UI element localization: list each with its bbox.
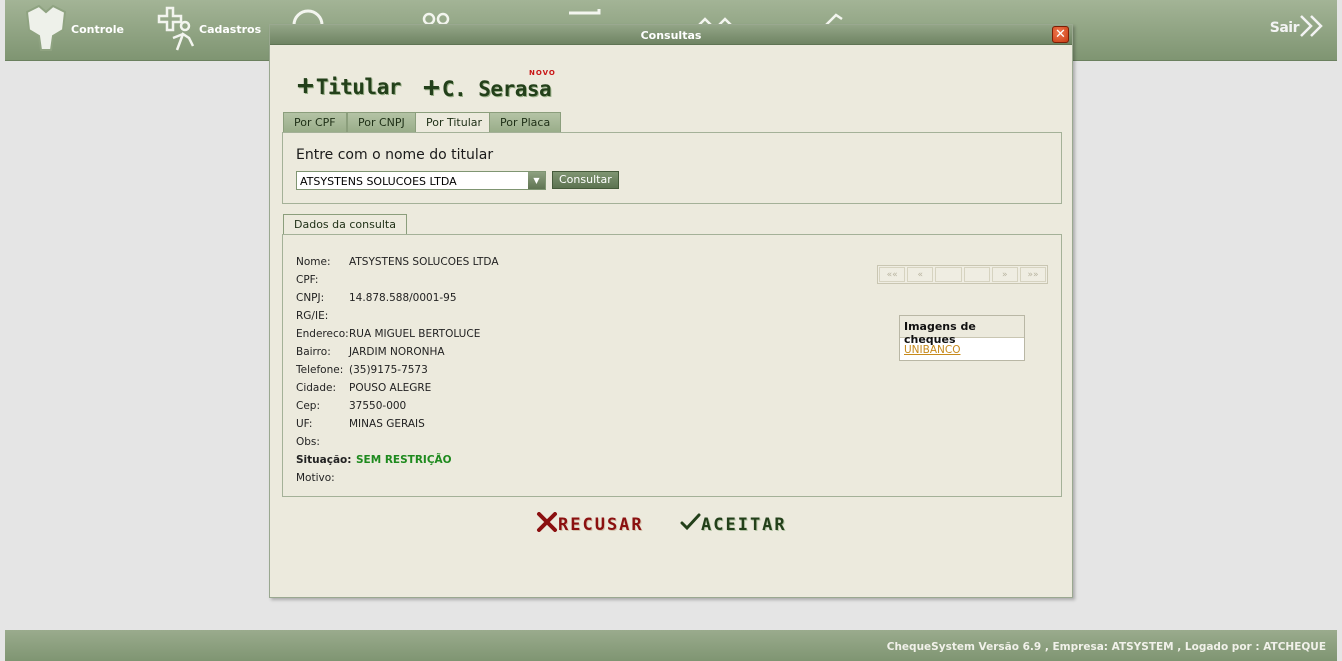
chevron-down-icon[interactable]: ▼ [528,172,545,189]
row-telefone: Telefone: (35)9175-7573 [296,364,428,376]
cnpj-value: 14.878.588/0001-95 [349,292,457,304]
endereco-value: RUA MIGUEL BERTOLUCE [349,328,481,340]
nav-controle-label: Controle [71,22,124,36]
row-bairro: Bairro: JARDIM NORONHA [296,346,445,358]
uf-value: MINAS GERAIS [349,418,425,430]
titular-select-value: ATSYSTENS SOLUCOES LTDA [300,175,457,188]
aceitar-label: ACEITAR [701,514,787,535]
motivo-label: Motivo: [296,472,335,484]
novo-badge: NOVO [529,69,556,77]
search-label: Entre com o nome do titular [296,147,494,163]
aceitar-button[interactable]: ACEITAR [679,512,787,537]
telefone-label: Telefone: [296,364,344,376]
add-titular-label: Titular [315,75,402,99]
add-titular-button[interactable]: + Titular [297,71,401,99]
cep-value: 37550-000 [349,400,407,412]
close-icon[interactable]: ✕ [1052,26,1069,43]
recusar-button[interactable]: RECUSAR [536,512,644,537]
dialog-title-bar[interactable]: Consultas ✕ [270,25,1072,45]
endereco-label: Endereco: [296,328,349,340]
pager-last-button[interactable]: »» [1019,267,1047,282]
tab-dados-consulta[interactable]: Dados da consulta [283,214,407,236]
logout-label: Sair [1269,20,1300,36]
tab-por-placa[interactable]: Por Placa [489,112,562,133]
tab-por-cnpj[interactable]: Por CNPJ [347,112,416,133]
recusar-label: RECUSAR [558,514,644,535]
rg-label: RG/IE: [296,310,329,322]
add-serasa-button[interactable]: + C. Serasa [423,70,552,103]
consultas-dialog: Consultas ✕ + Titular + C. Serasa NOVO P… [269,24,1073,598]
row-cpf: CPF: [296,274,349,286]
add-serasa-label: C. Serasa [441,77,552,101]
obs-label: Obs: [296,436,320,448]
image-pager: «« « » »» [877,265,1048,284]
cidade-value: POUSO ALEGRE [349,382,432,394]
bairro-label: Bairro: [296,346,331,358]
nav-controle[interactable]: Controle [23,0,124,58]
nav-cadastros-label: Cadastros [199,22,262,36]
footer-status-text: ChequeSystem Versão 6.9 , Empresa: ATSYS… [886,641,1326,653]
row-cidade: Cidade: POUSO ALEGRE [296,382,431,394]
telefone-value: (35)9175-7573 [349,364,428,376]
status-footer: ChequeSystem Versão 6.9 , Empresa: ATSYS… [5,630,1337,661]
situacao-status: SEM RESTRIÇÃO [356,454,452,466]
pager-next-button[interactable]: » [991,267,1018,282]
pager-total-field [963,267,990,282]
x-icon [536,512,558,537]
cpf-label: CPF: [296,274,319,286]
check-images-title: Imagens de cheques [900,316,1024,346]
row-situacao: Situação: SEM RESTRIÇÃO [296,454,452,466]
row-uf: UF: MINAS GERAIS [296,418,425,430]
check-image-link[interactable]: UNIBANCO [904,344,960,356]
row-cep: Cep: 37550-000 [296,400,406,412]
plus-icon: + [297,68,314,101]
check-icon [679,512,701,537]
consultar-button[interactable]: Consultar [552,171,619,189]
dialog-title: Consultas [640,29,702,42]
double-arrow-icon [1299,14,1325,42]
situacao-label: Situação: [296,454,352,466]
cidade-label: Cidade: [296,382,337,394]
pager-page-field [935,267,962,282]
row-nome: Nome: ATSYSTENS SOLUCOES LTDA [296,256,499,268]
tab-por-cpf[interactable]: Por CPF [283,112,347,133]
nav-cadastros[interactable]: Cadastros [153,0,261,58]
row-rg: RG/IE: [296,310,349,322]
search-panel: Entre com o nome do titular ATSYSTENS SO… [282,132,1062,204]
shield-icon [23,4,69,54]
details-panel: Nome: ATSYSTENS SOLUCOES LTDA CPF: CNPJ: 1… [282,234,1062,497]
row-motivo: Motivo: [296,472,349,484]
tab-por-titular[interactable]: Por Titular [415,112,494,134]
check-images-box: Imagens de cheques UNIBANCO [899,315,1025,361]
row-cnpj: CNPJ: 14.878.588/0001-95 [296,292,457,304]
plus-icon: + [423,70,440,103]
nome-label: Nome: [296,256,331,268]
titular-select[interactable]: ATSYSTENS SOLUCOES LTDA ▼ [296,171,546,190]
bairro-value: JARDIM NORONHA [349,346,445,358]
cnpj-label: CNPJ: [296,292,325,304]
cep-label: Cep: [296,400,320,412]
pager-prev-button[interactable]: « [907,267,934,282]
uf-label: UF: [296,418,313,430]
row-obs: Obs: [296,436,349,448]
logout-button[interactable]: Sair [1270,14,1325,42]
pager-first-button[interactable]: «« [879,267,906,282]
nome-value: ATSYSTENS SOLUCOES LTDA [349,256,499,268]
row-endereco: Endereco: RUA MIGUEL BERTOLUCE [296,328,480,340]
person-plus-icon [153,4,197,54]
